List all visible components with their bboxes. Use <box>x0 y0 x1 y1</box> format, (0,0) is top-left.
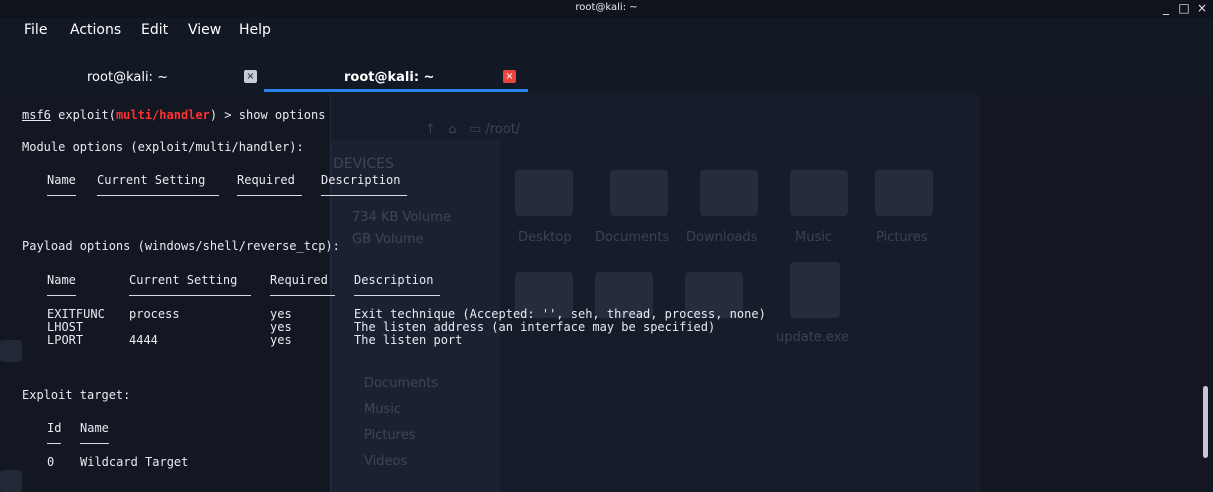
module-options-header: Module options (exploit/multi/handler): <box>22 140 304 154</box>
payload-row-required: yes <box>270 320 292 334</box>
prompt-command: show options <box>238 108 326 122</box>
payload-row-name: EXITFUNC <box>47 307 105 321</box>
column-underline <box>354 295 440 296</box>
target-col-name: Name <box>80 421 109 435</box>
module-col-setting: Current Setting <box>97 173 206 187</box>
menu-view[interactable]: View <box>188 22 221 38</box>
payload-col-required: Required <box>270 273 328 287</box>
tab-bar: root@kali: ~ × root@kali: ~ × <box>0 44 1213 94</box>
payload-row-description: The listen port <box>354 333 463 347</box>
prompt-pre: exploit( <box>50 108 116 122</box>
prompt-post: ) > <box>209 108 239 122</box>
column-underline <box>47 195 76 196</box>
prompt-module: multi/handler <box>115 108 210 122</box>
exploit-target-header: Exploit target: <box>22 388 131 402</box>
prompt-line: msf6 exploit(multi/handler) > show optio… <box>22 108 325 122</box>
payload-col-description: Description <box>354 273 434 287</box>
payload-row-description: Exit technique (Accepted: '', seh, threa… <box>354 307 766 321</box>
terminal-window: ↑ ⌂ ▭ /root/ DEVICES 734 KB Volume GB Vo… <box>0 0 1213 492</box>
tab-label: root@kali: ~ <box>87 70 168 85</box>
payload-row-required: yes <box>270 333 292 347</box>
tab-terminal-2[interactable]: root@kali: ~ × <box>264 44 528 92</box>
column-underline <box>270 295 335 296</box>
close-icon[interactable]: × <box>1195 1 1209 15</box>
module-col-description: Description <box>321 173 401 187</box>
menu-file[interactable]: File <box>24 22 47 38</box>
payload-col-name: Name <box>47 273 76 287</box>
tab-label: root@kali: ~ <box>344 70 435 85</box>
menu-help[interactable]: Help <box>239 22 271 38</box>
column-underline <box>47 443 61 444</box>
payload-row-name: LHOST <box>47 320 84 334</box>
tab-close-icon[interactable]: × <box>503 70 516 83</box>
active-tab-indicator <box>264 89 528 92</box>
column-underline <box>97 195 219 196</box>
menu-bar: File Actions Edit View Help <box>0 18 1213 44</box>
payload-row-description: The listen address (an interface may be … <box>354 320 716 334</box>
payload-row-setting: process <box>129 307 180 321</box>
tab-terminal-1[interactable]: root@kali: ~ × <box>0 44 264 92</box>
terminal-output[interactable]: msf6 exploit(multi/handler) > show optio… <box>0 94 1200 492</box>
target-col-id: Id <box>47 421 62 435</box>
tab-close-icon[interactable]: × <box>244 70 257 83</box>
prompt-user: msf6 <box>22 108 51 122</box>
module-col-name: Name <box>47 173 76 187</box>
payload-options-header: Payload options (windows/shell/reverse_t… <box>22 239 340 253</box>
target-row-id: 0 <box>47 455 55 469</box>
maximize-icon[interactable]: □ <box>1177 1 1191 15</box>
column-underline <box>129 295 251 296</box>
payload-row-required: yes <box>270 307 292 321</box>
column-underline <box>47 295 76 296</box>
window-title: root@kali: ~ <box>575 2 638 13</box>
title-bar: root@kali: ~ _ □ × <box>0 0 1213 18</box>
menu-actions[interactable]: Actions <box>70 22 121 38</box>
payload-row-name: LPORT <box>47 333 84 347</box>
payload-row-setting: 4444 <box>129 333 158 347</box>
target-row-name: Wildcard Target <box>80 455 189 469</box>
payload-col-setting: Current Setting <box>129 273 238 287</box>
column-underline <box>237 195 302 196</box>
column-underline <box>80 443 109 444</box>
minimize-icon[interactable]: _ <box>1159 1 1173 15</box>
scrollbar-thumb[interactable] <box>1203 386 1208 458</box>
menu-edit[interactable]: Edit <box>141 22 168 38</box>
column-underline <box>321 195 407 196</box>
module-col-required: Required <box>237 173 295 187</box>
